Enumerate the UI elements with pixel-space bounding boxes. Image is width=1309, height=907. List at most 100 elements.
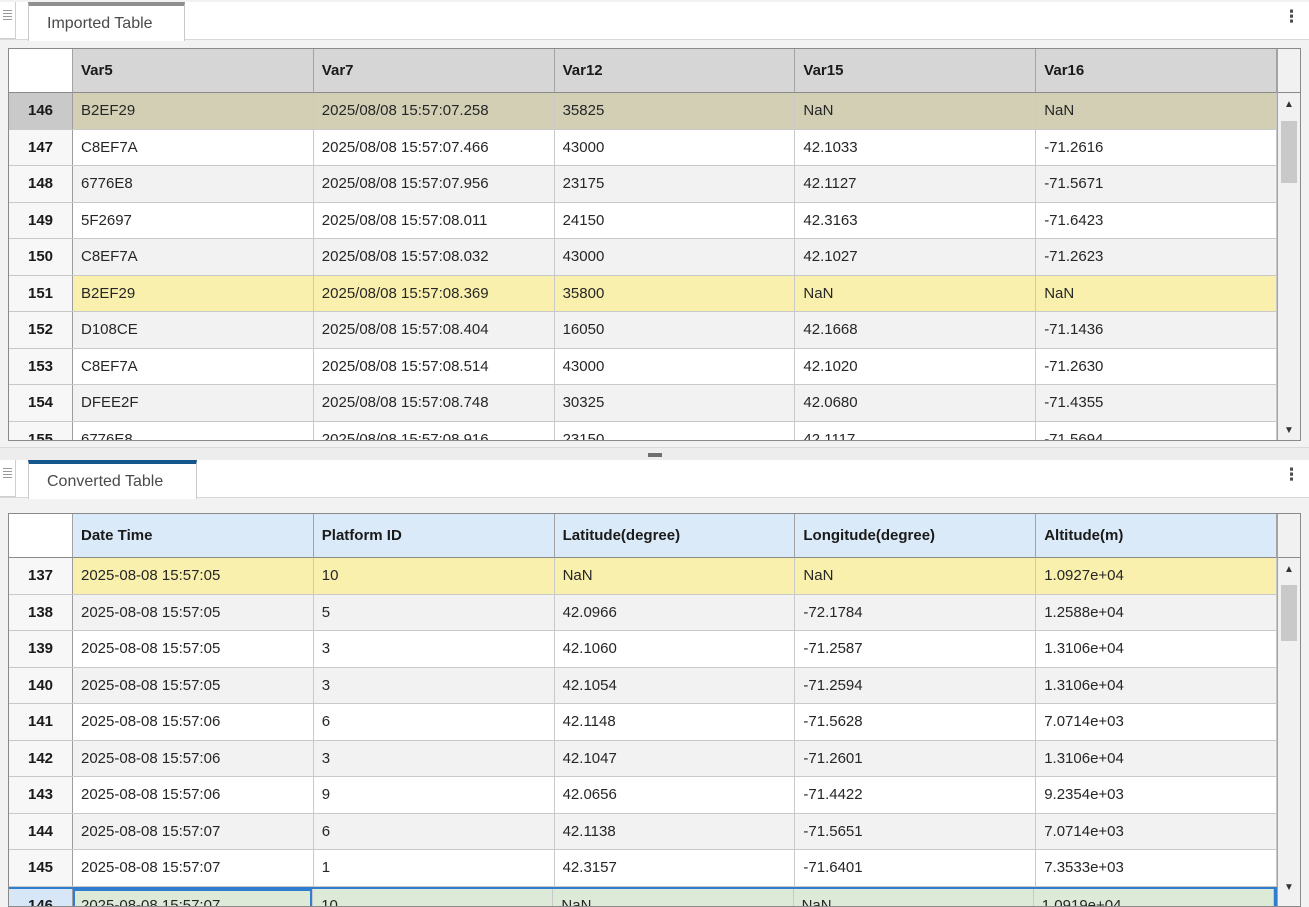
column-header-latitude[interactable]: Latitude(degree) [555, 514, 796, 558]
table-cell[interactable]: 3 [314, 668, 555, 704]
table-cell[interactable]: B2EF29 [73, 276, 314, 312]
tab-imported-table[interactable]: Imported Table [28, 2, 185, 41]
row-number[interactable]: 138 [9, 595, 73, 631]
table-cell[interactable]: DFEE2F [73, 385, 314, 421]
table-cell[interactable]: -71.4355 [1036, 385, 1277, 421]
table-cell[interactable]: 42.1668 [795, 312, 1036, 348]
table-cell[interactable]: 35800 [555, 276, 796, 312]
table-cell[interactable]: -72.1784 [795, 595, 1036, 631]
row-number[interactable]: 142 [9, 741, 73, 777]
table-cell[interactable]: 1.3106e+04 [1036, 631, 1277, 667]
table-cell[interactable]: 9 [314, 777, 555, 813]
table-cell[interactable]: -71.5671 [1036, 166, 1277, 202]
table-cell[interactable]: 3 [314, 741, 555, 777]
table-cell[interactable]: 42.0966 [555, 595, 796, 631]
table-cell[interactable]: 7.0714e+03 [1036, 704, 1277, 740]
table-cell[interactable]: -71.6401 [795, 850, 1036, 886]
table-cell[interactable]: 1.0927e+04 [1036, 558, 1277, 594]
row-number[interactable]: 151 [9, 276, 73, 312]
table-cell[interactable]: 42.0656 [555, 777, 796, 813]
table-cell[interactable]: -71.2630 [1036, 349, 1277, 385]
table-cell[interactable]: NaN [1036, 93, 1277, 129]
table-cell[interactable]: C8EF7A [73, 349, 314, 385]
column-header-var7[interactable]: Var7 [314, 49, 555, 93]
row-number[interactable]: 141 [9, 704, 73, 740]
table-cell[interactable]: 5F2697 [73, 203, 314, 239]
table-cell[interactable]: 42.1020 [795, 349, 1036, 385]
table-cell[interactable]: 2025/08/08 15:57:08.032 [314, 239, 555, 275]
table-cell[interactable]: 7.0714e+03 [1036, 814, 1277, 850]
table-cell[interactable]: 2025/08/08 15:57:07.258 [314, 93, 555, 129]
table-cell[interactable]: 2025/08/08 15:57:08.748 [314, 385, 555, 421]
table-cell[interactable]: 7.3533e+03 [1036, 850, 1277, 886]
table-cell[interactable]: 2025/08/08 15:57:07.956 [314, 166, 555, 202]
table-cell[interactable]: 42.1060 [555, 631, 796, 667]
table-cell[interactable]: 30325 [555, 385, 796, 421]
table-cell[interactable]: -71.4422 [795, 777, 1036, 813]
table-cell[interactable]: 42.3157 [555, 850, 796, 886]
row-number[interactable]: 139 [9, 631, 73, 667]
row-number[interactable]: 146 [9, 93, 73, 129]
table-cell[interactable]: 2025/08/08 15:57:08.916 [314, 422, 555, 442]
table-cell[interactable]: NaN [795, 276, 1036, 312]
table-cell[interactable]: 42.1047 [555, 741, 796, 777]
scrollbar-thumb[interactable] [1281, 585, 1297, 641]
row-number[interactable]: 143 [9, 777, 73, 813]
table-cell[interactable]: 2025-08-08 15:57:05 [73, 558, 314, 594]
table-cell[interactable]: -71.1436 [1036, 312, 1277, 348]
table-cell[interactable]: 42.1127 [795, 166, 1036, 202]
table-cell[interactable]: NaN [794, 889, 1034, 907]
row-number[interactable]: 145 [9, 850, 73, 886]
row-number[interactable]: 144 [9, 814, 73, 850]
table-cell[interactable]: -71.2587 [795, 631, 1036, 667]
table-cell[interactable]: 5 [314, 595, 555, 631]
table-cell[interactable]: 43000 [555, 239, 796, 275]
table-cell[interactable]: NaN [795, 93, 1036, 129]
table-cell[interactable]: 16050 [555, 312, 796, 348]
table-cell[interactable]: 3 [314, 631, 555, 667]
table-cell[interactable]: 2025-08-08 15:57:07 [73, 814, 314, 850]
row-number[interactable]: 153 [9, 349, 73, 385]
table-cell[interactable]: 24150 [555, 203, 796, 239]
tab-converted-table[interactable]: Converted Table [28, 460, 197, 499]
column-header-longitude[interactable]: Longitude(degree) [795, 514, 1036, 558]
table-cell[interactable]: NaN [795, 558, 1036, 594]
column-header-var15[interactable]: Var15 [795, 49, 1036, 93]
table-cell[interactable]: 1.3106e+04 [1036, 668, 1277, 704]
table-cell[interactable]: 42.0680 [795, 385, 1036, 421]
table-cell[interactable]: NaN [555, 558, 796, 594]
panel-grip-handle[interactable] [0, 2, 16, 39]
table-cell[interactable]: 42.1117 [795, 422, 1036, 442]
row-number[interactable]: 149 [9, 203, 73, 239]
table-cell[interactable]: 2025-08-08 15:57:05 [73, 668, 314, 704]
table-cell[interactable]: 6776E8 [73, 422, 314, 442]
table-cell[interactable]: 2025/08/08 15:57:08.369 [314, 276, 555, 312]
table-cell[interactable]: -71.5628 [795, 704, 1036, 740]
scroll-up-icon[interactable]: ▲ [1278, 93, 1300, 116]
table-cell[interactable]: -71.2594 [795, 668, 1036, 704]
table-cell[interactable]: 6 [314, 814, 555, 850]
table-cell[interactable]: 42.3163 [795, 203, 1036, 239]
column-header-var16[interactable]: Var16 [1036, 49, 1277, 93]
row-number[interactable]: 155 [9, 422, 73, 442]
table-cell[interactable]: 42.1054 [555, 668, 796, 704]
column-header-altitude[interactable]: Altitude(m) [1036, 514, 1277, 558]
row-number[interactable]: 152 [9, 312, 73, 348]
scroll-up-icon[interactable]: ▲ [1278, 558, 1300, 581]
table-cell[interactable]: 2025-08-08 15:57:05 [73, 595, 314, 631]
panel-grip-handle[interactable] [0, 460, 16, 497]
table-cell[interactable]: 2025-08-08 15:57:05 [73, 631, 314, 667]
table-cell[interactable]: 23150 [555, 422, 796, 442]
table-cell[interactable]: 42.1148 [555, 704, 796, 740]
column-header-var12[interactable]: Var12 [555, 49, 796, 93]
table-cell[interactable]: 2025/08/08 15:57:08.514 [314, 349, 555, 385]
table-cell[interactable]: -71.2601 [795, 741, 1036, 777]
table-cell[interactable]: 35825 [555, 93, 796, 129]
vertical-scrollbar[interactable]: ▲ ▼ [1277, 49, 1300, 440]
table-cell[interactable]: 2025/08/08 15:57:08.011 [314, 203, 555, 239]
table-cell[interactable]: 43000 [555, 349, 796, 385]
table-cell[interactable]: 1.3106e+04 [1036, 741, 1277, 777]
row-number[interactable]: 148 [9, 166, 73, 202]
table-cell[interactable]: 10 [313, 889, 553, 907]
table-cell[interactable]: -71.5651 [795, 814, 1036, 850]
